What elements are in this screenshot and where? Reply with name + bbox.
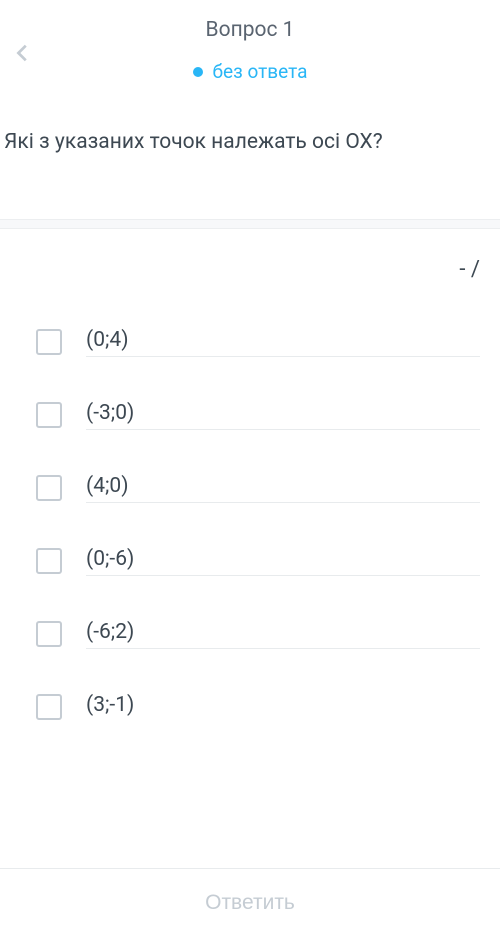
checkbox-icon[interactable] — [36, 329, 62, 355]
checkbox-icon[interactable] — [36, 475, 62, 501]
footer: Ответить — [0, 868, 500, 937]
checkbox-icon[interactable] — [36, 402, 62, 428]
status-text: без ответа — [213, 60, 308, 83]
option-label: (-6;2) — [86, 620, 134, 644]
checkbox-icon[interactable] — [36, 694, 62, 720]
score-display: - / — [0, 229, 500, 306]
back-button[interactable] — [12, 38, 34, 72]
header: Вопрос 1 без ответа — [0, 0, 500, 103]
option-label: (4;0) — [86, 474, 129, 498]
option-item[interactable]: (0;4) — [36, 306, 480, 379]
option-label: (-3;0) — [86, 401, 134, 425]
divider — [0, 219, 500, 229]
status-badge: без ответа — [193, 60, 308, 83]
option-label: (0;-6) — [86, 547, 134, 571]
chevron-left-icon — [12, 38, 34, 68]
option-item[interactable]: (-3;0) — [36, 379, 480, 452]
question-title: Вопрос 1 — [206, 18, 295, 42]
question-text: Які з указаних точок належать осі ОХ? — [0, 103, 500, 219]
checkbox-icon[interactable] — [36, 548, 62, 574]
options-list: (0;4) (-3;0) (4;0) (0;-6) (-6;2) (3;-1) — [0, 306, 500, 743]
checkbox-icon[interactable] — [36, 621, 62, 647]
option-item[interactable]: (3;-1) — [36, 671, 480, 743]
submit-button[interactable]: Ответить — [0, 869, 500, 937]
option-item[interactable]: (-6;2) — [36, 598, 480, 671]
option-item[interactable]: (0;-6) — [36, 525, 480, 598]
option-item[interactable]: (4;0) — [36, 452, 480, 525]
option-label: (3;-1) — [86, 693, 134, 717]
option-label: (0;4) — [86, 328, 129, 352]
status-dot-icon — [193, 67, 203, 77]
